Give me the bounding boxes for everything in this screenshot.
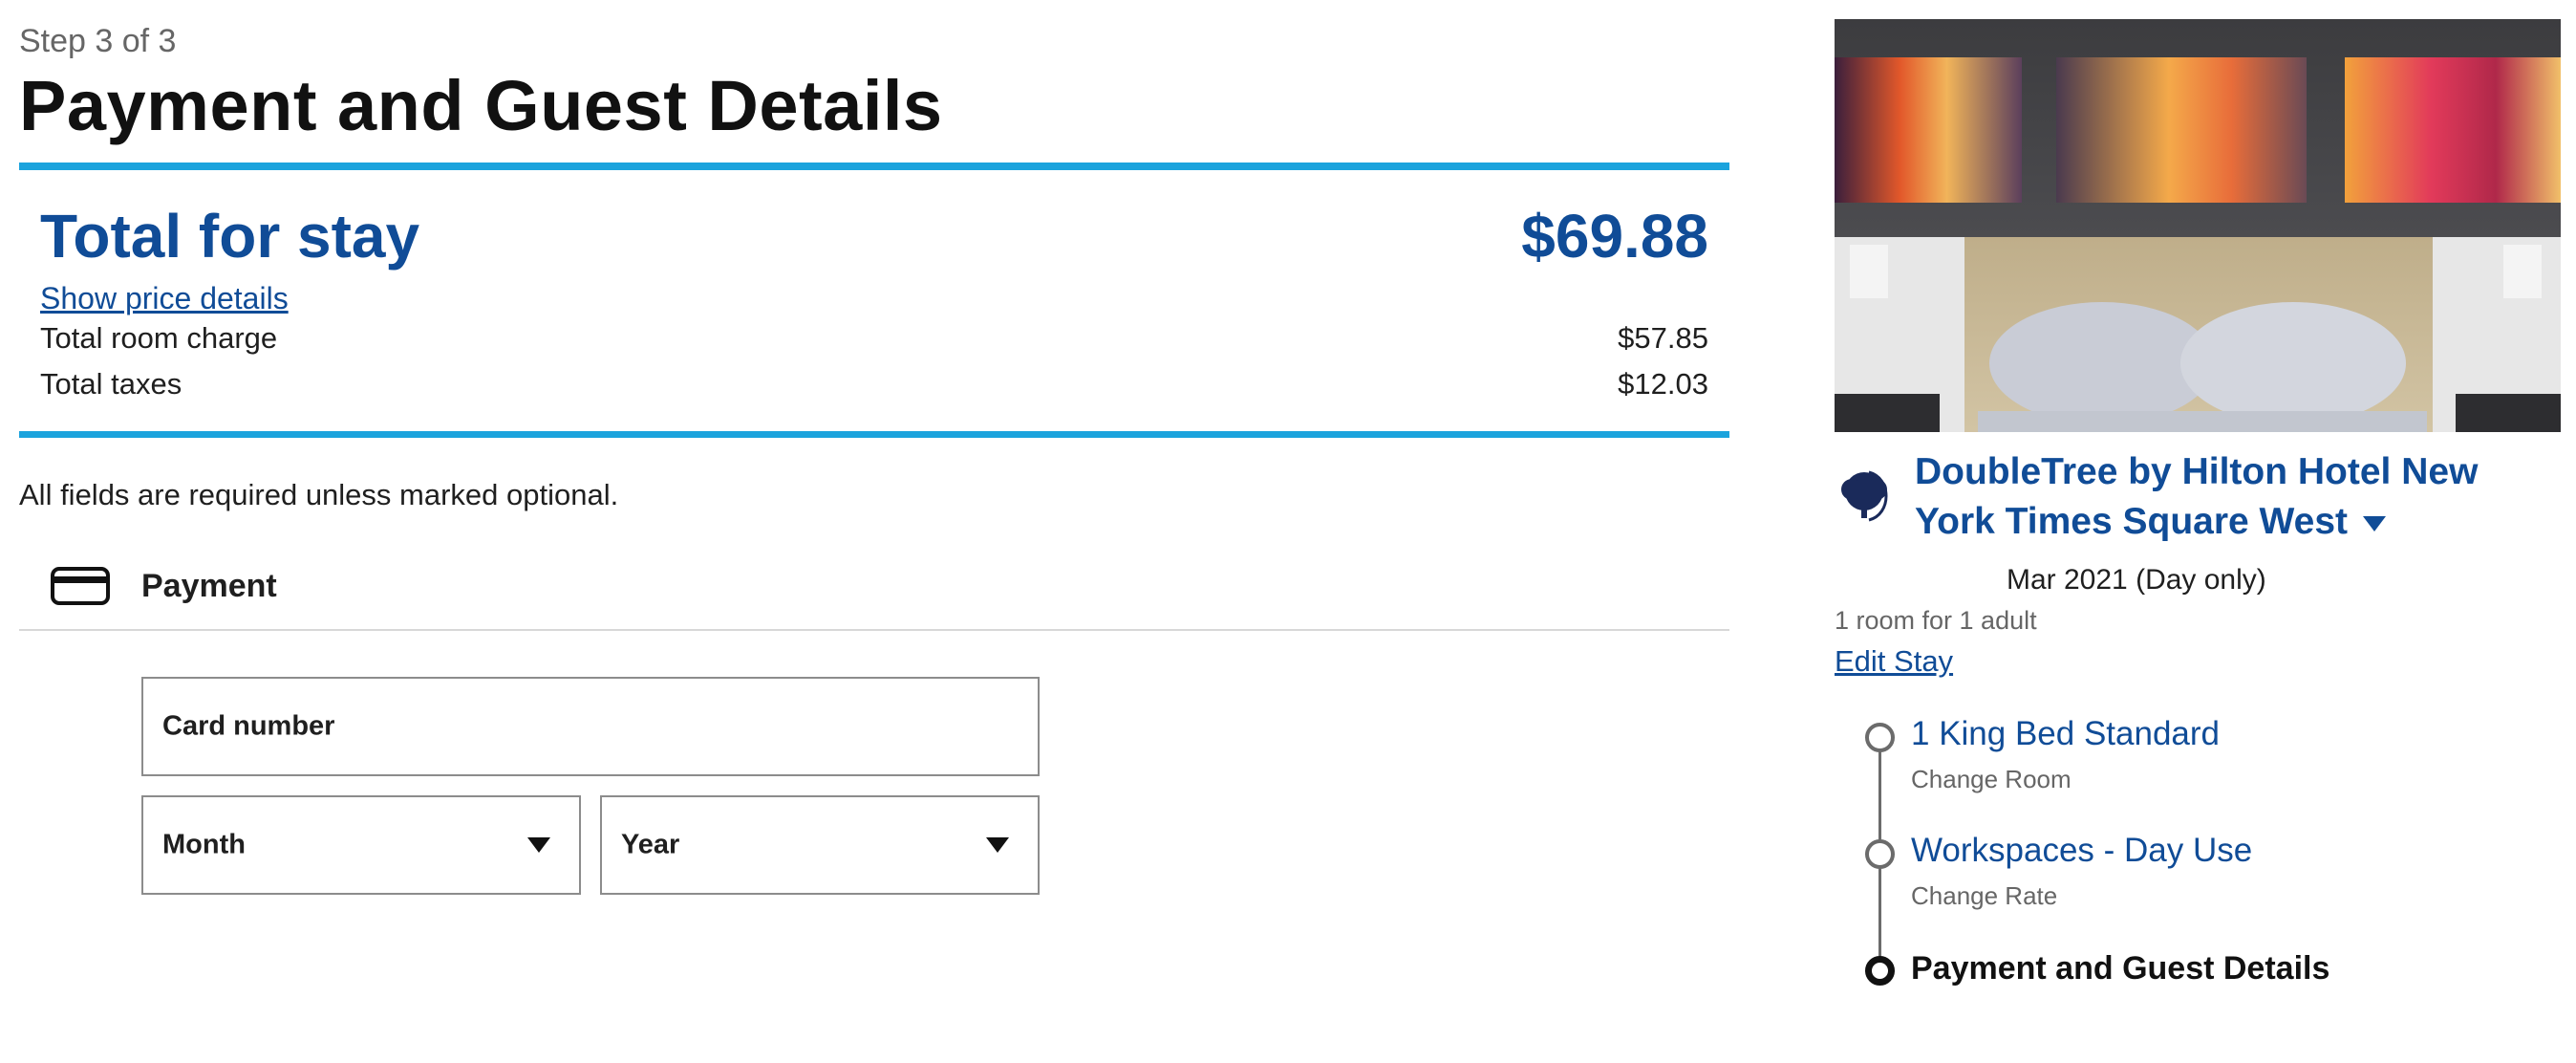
hotel-name: DoubleTree by Hilton Hotel New York Time…: [1915, 451, 2479, 542]
step-indicator: Step 3 of 3: [19, 23, 177, 59]
change-room-link[interactable]: Change Room: [1911, 765, 2072, 794]
card-number-input[interactable]: Card number: [141, 677, 1040, 776]
hotel-room-photo: [1835, 19, 2561, 432]
step-dot-room: [1865, 723, 1895, 752]
doubletree-tree-icon: [1841, 470, 1888, 522]
page-title: Payment and Guest Details: [19, 66, 943, 145]
total-label: Total for stay: [40, 202, 420, 271]
required-fields-note: All fields are required unless marked op…: [19, 478, 619, 511]
room-step-title[interactable]: 1 King Bed Standard: [1911, 715, 2220, 753]
caret-down-icon[interactable]: [2363, 515, 2387, 532]
card-number-label: Card number: [162, 710, 335, 742]
payment-section-title: Payment: [141, 568, 277, 604]
stay-dates: Mar 2021 (Day only): [2007, 564, 2266, 596]
edit-stay-link[interactable]: Edit Stay: [1835, 644, 1953, 679]
expiry-month-select[interactable]: Month: [141, 795, 581, 895]
expiry-year-select[interactable]: Year: [600, 795, 1040, 895]
rate-step-title[interactable]: Workspaces - Day Use: [1911, 832, 2252, 870]
taxes-value: $12.03: [1618, 367, 1708, 401]
taxes-label: Total taxes: [40, 367, 182, 401]
total-value: $69.88: [1521, 202, 1708, 271]
room-guest-info: 1 room for 1 adult: [1835, 606, 2037, 635]
price-summary: Total for stay $69.88 Show price details…: [19, 163, 1729, 438]
year-select-label: Year: [621, 829, 680, 860]
payment-step-title: Payment and Guest Details: [1911, 950, 2330, 987]
payment-section-header: Payment: [19, 545, 1729, 631]
change-rate-link[interactable]: Change Rate: [1911, 881, 2057, 911]
hotel-name-toggle[interactable]: DoubleTree by Hilton Hotel New York Time…: [1915, 447, 2561, 547]
show-price-details-link[interactable]: Show price details: [40, 281, 289, 316]
step-dot-rate: [1865, 839, 1895, 869]
step-dot-payment-current: [1865, 956, 1895, 986]
month-select-label: Month: [162, 829, 246, 860]
chevron-down-icon: [986, 837, 1009, 853]
credit-card-icon: [51, 567, 110, 605]
chevron-down-icon: [527, 837, 550, 853]
room-charge-value: $57.85: [1618, 321, 1708, 355]
room-charge-label: Total room charge: [40, 321, 278, 355]
